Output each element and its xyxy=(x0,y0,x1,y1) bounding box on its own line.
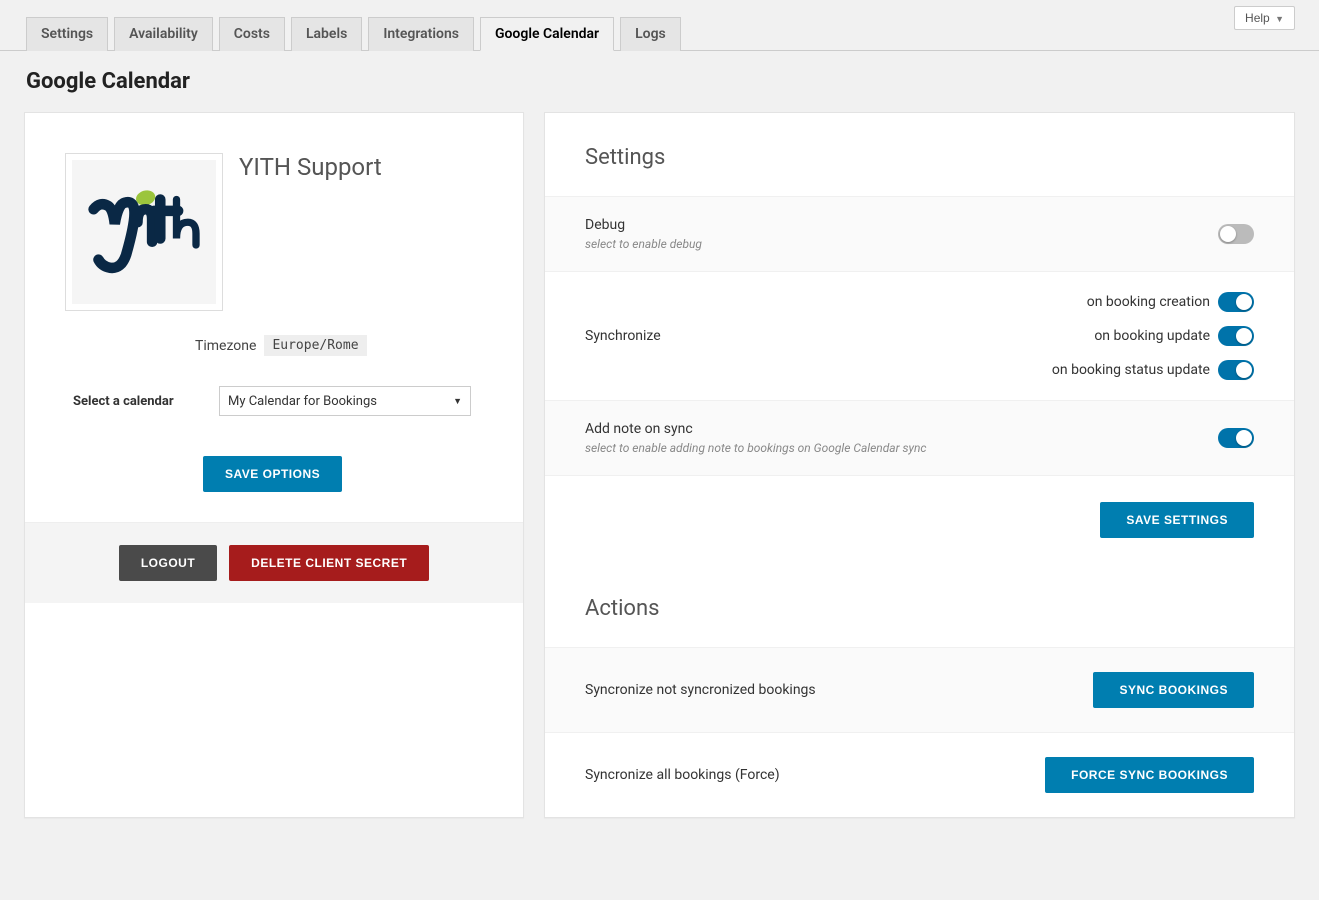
help-button[interactable]: Help ▼ xyxy=(1234,6,1295,30)
account-name: YITH Support xyxy=(239,153,382,181)
debug-toggle[interactable] xyxy=(1218,224,1254,244)
setting-addnote: Add note on sync select to enable adding… xyxy=(545,400,1294,475)
sync-creation-toggle[interactable] xyxy=(1218,292,1254,312)
setting-synchronize: Synchronize on booking creation on booki… xyxy=(545,271,1294,400)
sync-update-toggle[interactable] xyxy=(1218,326,1254,346)
tab-costs[interactable]: Costs xyxy=(219,17,285,51)
sync-status-toggle[interactable] xyxy=(1218,360,1254,380)
actions-heading: Actions xyxy=(545,564,1294,647)
tab-integrations[interactable]: Integrations xyxy=(368,17,474,51)
sync-update-label: on booking update xyxy=(1094,328,1210,344)
action-force-sync: Syncronize all bookings (Force) FORCE SY… xyxy=(545,732,1294,817)
synchronize-title: Synchronize xyxy=(585,328,661,344)
settings-panel: Settings Debug select to enable debug Sy… xyxy=(544,112,1295,818)
delete-client-secret-button[interactable]: DELETE CLIENT SECRET xyxy=(229,545,429,581)
action-sync-unsynced: Syncronize not syncronized bookings SYNC… xyxy=(545,647,1294,732)
calendar-selected-value: My Calendar for Bookings xyxy=(228,394,377,409)
chevron-down-icon: ▼ xyxy=(1275,14,1284,24)
timezone-label: Timezone xyxy=(195,338,256,354)
sync-creation-label: on booking creation xyxy=(1087,294,1210,310)
debug-title: Debug xyxy=(585,217,702,233)
select-calendar-label: Select a calendar xyxy=(65,394,219,409)
sync-status-label: on booking status update xyxy=(1052,362,1210,378)
addnote-desc: select to enable adding note to bookings… xyxy=(585,441,927,455)
addnote-title: Add note on sync xyxy=(585,421,927,437)
tab-labels[interactable]: Labels xyxy=(291,17,362,51)
help-label: Help xyxy=(1245,11,1270,25)
calendar-select[interactable]: My Calendar for Bookings ▼ xyxy=(219,386,471,416)
sync-all-label: Syncronize all bookings (Force) xyxy=(585,767,780,783)
tab-logs[interactable]: Logs xyxy=(620,17,681,51)
sync-bookings-button[interactable]: SYNC BOOKINGS xyxy=(1093,672,1254,708)
page-title: Google Calendar xyxy=(0,51,1319,112)
force-sync-button[interactable]: FORCE SYNC BOOKINGS xyxy=(1045,757,1254,793)
sync-unsynced-label: Syncronize not syncronized bookings xyxy=(585,682,816,698)
account-logo xyxy=(65,153,223,311)
tab-settings[interactable]: Settings xyxy=(26,17,108,51)
chevron-down-icon: ▼ xyxy=(453,396,462,407)
tab-google-calendar[interactable]: Google Calendar xyxy=(480,17,614,51)
save-options-button[interactable]: SAVE OPTIONS xyxy=(203,456,342,492)
addnote-toggle[interactable] xyxy=(1218,428,1254,448)
timezone-value: Europe/Rome xyxy=(264,335,366,356)
debug-desc: select to enable debug xyxy=(585,237,702,251)
yith-logo-icon xyxy=(79,167,209,297)
setting-debug: Debug select to enable debug xyxy=(545,196,1294,271)
save-settings-button[interactable]: SAVE SETTINGS xyxy=(1100,502,1254,538)
settings-heading: Settings xyxy=(545,113,1294,196)
tab-bar: Settings Availability Costs Labels Integ… xyxy=(0,0,1319,51)
tab-availability[interactable]: Availability xyxy=(114,17,213,51)
account-panel: YITH Support Timezone Europe/Rome Select… xyxy=(24,112,524,818)
logout-button[interactable]: LOGOUT xyxy=(119,545,217,581)
